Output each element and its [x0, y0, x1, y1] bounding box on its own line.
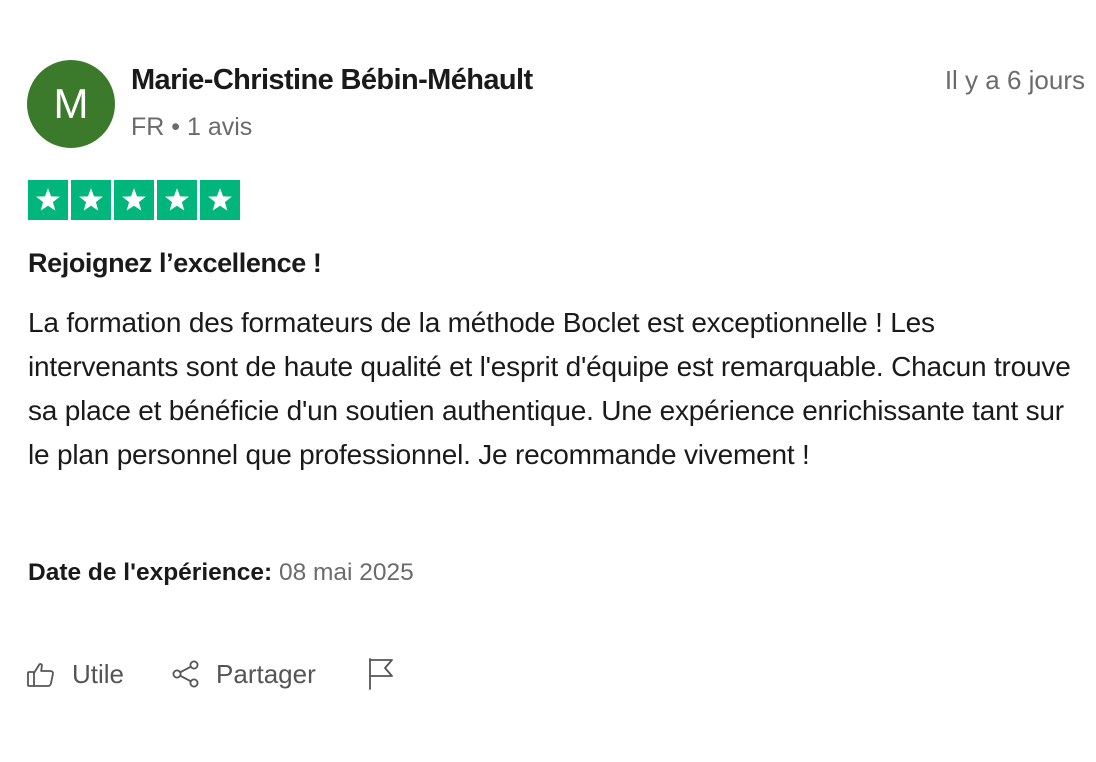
star-icon: [71, 180, 111, 220]
review-actions: Utile Partager: [26, 652, 397, 696]
reviewer-meta: FR • 1 avis: [131, 113, 253, 141]
thumbs-up-icon: [26, 659, 56, 689]
share-icon: [171, 659, 201, 689]
flag-icon: [367, 657, 397, 691]
experience-date-value: 08 mai 2025: [278, 559, 414, 586]
share-button[interactable]: Partager: [171, 659, 316, 690]
star-icon: [157, 180, 197, 220]
star-icon: [200, 180, 240, 220]
experience-date-label: Date de l'expérience:: [28, 559, 273, 586]
reviewer-name[interactable]: Marie-Christine Bébin-Méhault: [131, 64, 533, 97]
review-time: Il y a 6 jours: [944, 65, 1085, 95]
report-button[interactable]: [367, 657, 397, 691]
avatar-initial: M: [53, 80, 89, 127]
review-card: M Marie-Christine Bébin-Méhault FR • 1 a…: [0, 0, 1096, 762]
experience-date: Date de l'expérience: 08 mai 2025: [28, 559, 414, 587]
review-body: La formation des formateurs de la méthod…: [28, 307, 1071, 470]
star-icon: [114, 180, 154, 220]
useful-button[interactable]: Utile: [26, 659, 124, 690]
useful-label: Utile: [72, 658, 125, 689]
star-rating: [28, 180, 240, 220]
star-icon: [28, 180, 68, 220]
avatar[interactable]: M: [27, 60, 115, 148]
share-label: Partager: [216, 658, 316, 689]
review-title: Rejoignez l’excellence !: [28, 248, 322, 278]
